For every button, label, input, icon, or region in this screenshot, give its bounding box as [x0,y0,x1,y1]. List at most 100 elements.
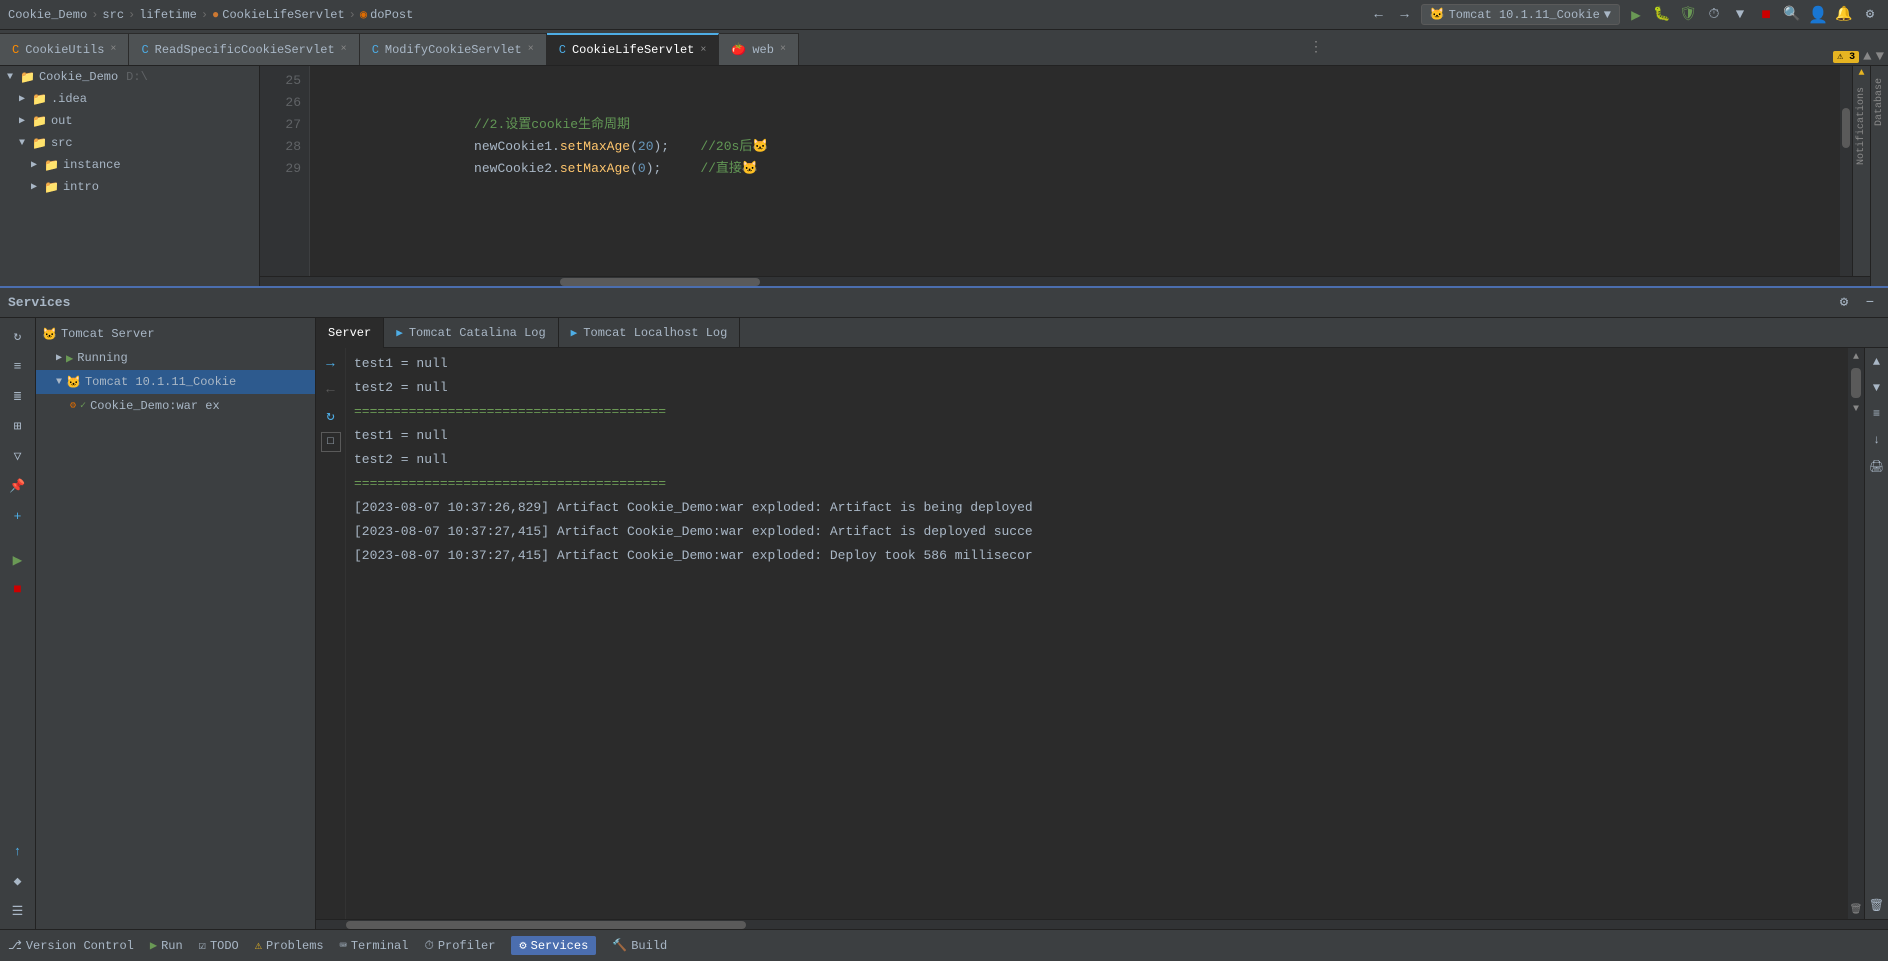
tree-item-idea[interactable]: ▶ 📁 .idea [0,88,259,110]
tomcat-run-icon: 🐱 [1430,7,1445,22]
tab-cookieutils[interactable]: C CookieUtils × [0,33,129,65]
srv-tool-extra2[interactable]: ☰ [6,899,30,923]
back-button[interactable]: ← [1369,5,1389,25]
log-tab-server-label: Server [328,326,371,340]
srv-pin-btn[interactable]: 📌 [6,474,30,498]
srv-right-down[interactable]: ▼ [1867,378,1887,398]
log-horizontal-scrollbar[interactable] [316,919,1888,929]
status-todo[interactable]: ☑ TODO [199,938,239,953]
tree-item-src[interactable]: ▼ 📁 src [0,132,259,154]
tab-readspecific[interactable]: C ReadSpecificCookieServlet × [129,33,359,65]
notifications-icon[interactable]: 🔔 [1834,5,1854,25]
breadcrumb-project[interactable]: Cookie_Demo [8,8,87,22]
tree-root[interactable]: ▼ 📁 Cookie_Demo D:\ [0,66,259,88]
srv-refresh-btn[interactable]: ↻ [6,324,30,348]
log-tab-server[interactable]: Server [316,318,384,348]
srv-tree-tomcat-instance[interactable]: ▼ 🐱 Tomcat 10.1.11_Cookie [36,370,315,394]
status-run[interactable]: ▶ Run [150,938,183,953]
tab-close-readspecific[interactable]: × [341,44,347,55]
status-terminal[interactable]: ⌨ Terminal [340,938,409,953]
code-content[interactable]: //2.设置cookie生命周期 newCookie1.setMaxAge(20… [310,66,1840,276]
srv-tool-extra1[interactable]: ◆ [6,869,30,893]
srv-deploy-btn[interactable]: ↑ [6,839,30,863]
v-scroll-thumb[interactable] [1851,368,1861,398]
notification-label: Notifications [1856,87,1867,165]
user-icon[interactable]: 👤 [1808,5,1828,25]
v-scroll-up-arrow[interactable]: ▲ [1849,350,1863,364]
profile-button[interactable]: ⏱ [1704,5,1724,25]
h-scroll-thumb[interactable] [560,278,760,286]
log-vertical-scrollbar[interactable]: ▲ ▼ 🗑 [1848,348,1864,919]
status-build[interactable]: 🔨 Build [612,938,667,953]
srv-right-up[interactable]: ▲ [1867,352,1887,372]
breadcrumb-src[interactable]: src [102,8,124,22]
search-button[interactable]: 🔍 [1782,5,1802,25]
log-arrow-square[interactable]: □ [321,432,341,452]
log-tab-localhost[interactable]: ▶ Tomcat Localhost Log [559,318,741,348]
services-settings-icon[interactable]: ⚙ [1834,293,1854,313]
tab-label-web: web [752,43,774,57]
srv-right-list[interactable]: ≡ [1867,404,1887,424]
srv-right-trash[interactable]: 🗑 [1867,895,1887,915]
settings-icon[interactable]: ⚙ [1860,5,1880,25]
v-scroll-down-arrow[interactable]: ▼ [1849,402,1863,416]
tab-close-cookielife[interactable]: × [700,45,706,56]
breadcrumb-method[interactable]: doPost [370,8,413,22]
stop-button[interactable]: ■ [1756,5,1776,25]
tab-icon-modifycookie: C [372,43,379,57]
srv-group-btn[interactable]: ⊞ [6,414,30,438]
log-line-5: test2 = null [354,448,1840,472]
tree-item-intro[interactable]: ▶ 📁 intro [0,176,259,198]
database-label: Database [1874,78,1885,126]
breadcrumb-lifetime[interactable]: lifetime [139,8,197,22]
srv-expand-all-btn[interactable]: ≣ [6,384,30,408]
srv-run-btn[interactable]: ▶ [6,548,30,572]
forward-button[interactable]: → [1395,5,1415,25]
srv-right-print[interactable]: 🖨 [1867,456,1887,476]
log-tab-catalina[interactable]: ▶ Tomcat Catalina Log [384,318,558,348]
tab-web[interactable]: 🍅 web × [719,33,799,65]
run-config[interactable]: 🐱 Tomcat 10.1.11_Cookie ▼ [1421,4,1620,25]
srv-filter-btn[interactable]: ▽ [6,444,30,468]
tabs-overflow-button[interactable]: ⋮ [1301,39,1331,56]
horizontal-scrollbar[interactable] [260,276,1870,286]
tab-close-cookieutils[interactable]: × [110,44,116,55]
tree-item-instance[interactable]: ▶ 📁 instance [0,154,259,176]
services-minimize-icon[interactable]: − [1860,293,1880,313]
srv-stop-btn[interactable]: ■ [6,578,30,602]
srv-collapse-all-btn[interactable]: ≡ [6,354,30,378]
scroll-thumb[interactable] [1842,108,1850,148]
tree-intro-label: intro [63,180,99,194]
status-problems[interactable]: ⚠ Problems [255,938,324,953]
tab-modifycookie[interactable]: C ModifyCookieServlet × [360,33,547,65]
log-h-scroll-thumb[interactable] [346,921,746,929]
coverage-button[interactable]: 🛡 [1678,5,1698,25]
collapse-panel-button[interactable]: ▲ [1863,49,1871,65]
srv-right-download[interactable]: ↓ [1867,430,1887,450]
log-line-9: [2023-08-07 10:37:27,415] Artifact Cooki… [354,544,1840,568]
tree-item-out[interactable]: ▶ 📁 out [0,110,259,132]
debug-button[interactable]: 🐛 [1652,5,1672,25]
expand-panel-button[interactable]: ▼ [1876,49,1884,65]
srv-tree-running[interactable]: ▶ ▶ Running [36,346,315,370]
status-services[interactable]: ⚙ Services [511,936,596,955]
log-arrow-right[interactable]: → [321,354,341,374]
breadcrumb: Cookie_Demo › src › lifetime › ● CookieL… [8,7,413,22]
tree-instance-label: instance [63,158,121,172]
tab-close-web[interactable]: × [780,44,786,55]
vertical-scrollbar[interactable] [1840,66,1852,276]
breadcrumb-servlet[interactable]: CookieLifeServlet [222,8,344,22]
status-profiler[interactable]: ⏱ Profiler [424,939,495,953]
log-arrow-left[interactable]: ← [321,380,341,400]
log-clear-btn[interactable]: 🗑 [1849,903,1863,917]
tab-cookielife[interactable]: C CookieLifeServlet × [547,33,720,65]
status-version-control[interactable]: ⎇ Version Control [8,938,134,953]
profiler-label: Profiler [438,939,496,953]
srv-add-btn[interactable]: + [6,504,30,528]
log-arrow-refresh[interactable]: ↻ [321,406,341,426]
srv-tree-tomcat-server[interactable]: 🐱 Tomcat Server [36,322,315,346]
more-actions-chevron[interactable]: ▼ [1730,5,1750,25]
run-button[interactable]: ▶ [1626,5,1646,25]
tab-close-modifycookie[interactable]: × [528,44,534,55]
srv-tree-artifact[interactable]: ⚙ ✓ Cookie_Demo:war ex [36,394,315,418]
